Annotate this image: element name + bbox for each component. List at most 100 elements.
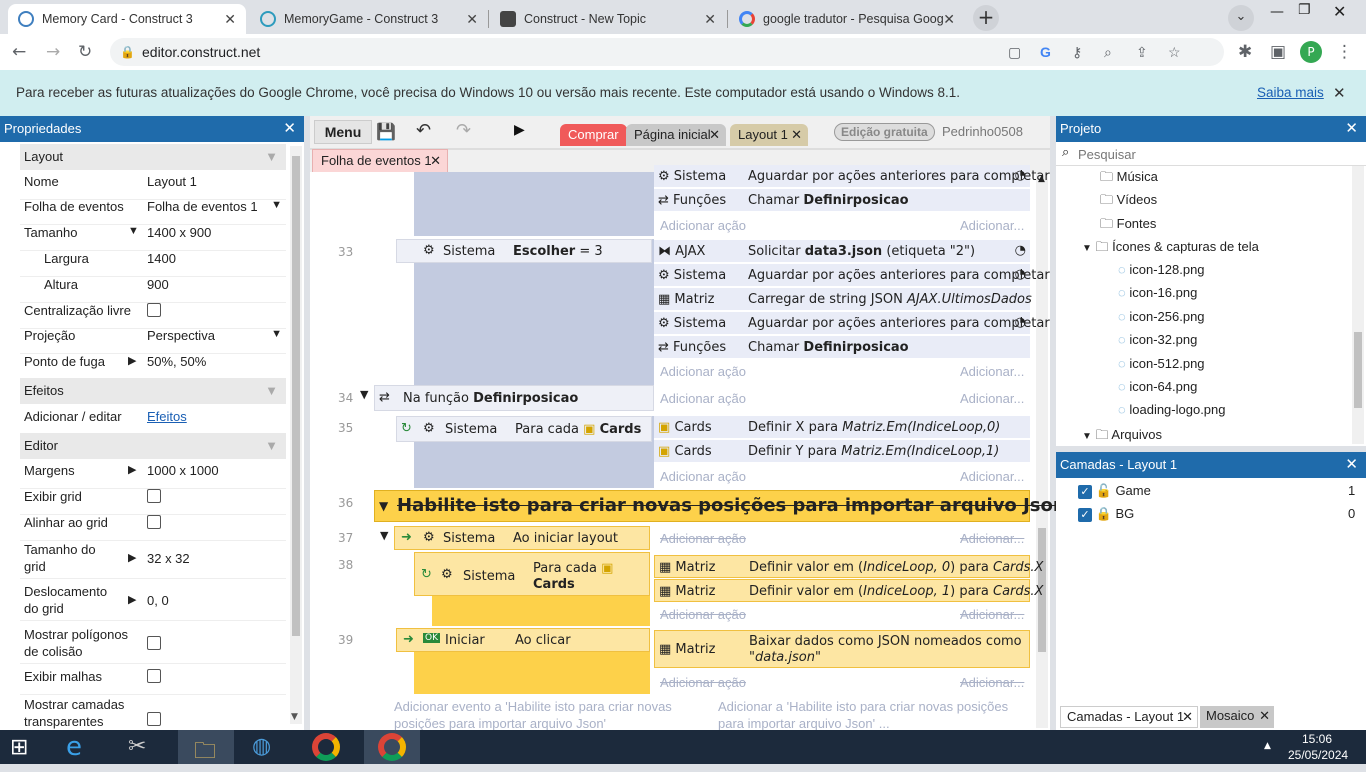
layer-bg[interactable]: ✓ 🔒 BG (1078, 506, 1134, 522)
undo-icon[interactable]: ↶ (416, 120, 431, 141)
properties-scrollbar[interactable]: ▼ (290, 146, 302, 724)
file-icon-32[interactable]: ◌ icon-32.png (1118, 332, 1197, 347)
reload-icon[interactable]: ↻ (78, 42, 92, 62)
action-aguardar[interactable]: ⚙ Sistema Aguardar por ações anteriores p… (654, 165, 1050, 188)
function-definirposicao[interactable]: ⇄ Na função Definirposicao (374, 385, 654, 411)
action-solicitar[interactable]: ⧓ AJAX Solicitar data3.json (etiqueta "2"… (654, 240, 1030, 263)
project-scrollbar[interactable] (1352, 166, 1364, 444)
layout-tab[interactable]: Layout 1 ✕ (730, 124, 808, 146)
alinhar-grid-checkbox[interactable] (147, 515, 161, 529)
address-bar[interactable]: 🔒 editor.construct.net ▢ G ⚷ ⌕ ⇪ ☆ (110, 38, 1224, 66)
close-panel-icon[interactable]: ✕ (1345, 116, 1358, 142)
event-scrollbar[interactable]: ▲ (1036, 172, 1048, 728)
chrome-icon[interactable] (312, 733, 340, 761)
action-definir-valor-1[interactable]: ▦ Matriz Definir valor em (IndiceLoop, 1)… (654, 579, 1043, 602)
add-dots-37[interactable]: Adicionar... (960, 531, 1024, 546)
file-icon-128[interactable]: ◌ icon-128.png (1118, 262, 1205, 277)
restore-icon[interactable]: ❐ (1298, 2, 1311, 18)
action-aguardar-2[interactable]: ⚙ Sistema Aguardar por ações anteriores p… (654, 264, 1050, 287)
visible-checkbox[interactable]: ✓ (1078, 485, 1092, 499)
forward-icon[interactable]: → (46, 42, 60, 62)
key-icon[interactable]: ⚷ (1072, 38, 1082, 66)
prop-folha[interactable]: Folha de eventos Folha de eventos 1 ▼ (20, 199, 286, 225)
tab-memory-card[interactable]: Memory Card - Construct 3 ✕ (8, 4, 246, 34)
malhas-checkbox[interactable] (147, 669, 161, 683)
windows-start-icon[interactable]: ⊞ (10, 735, 28, 760)
add-action-38[interactable]: Adicionar ação (660, 607, 746, 622)
close-tab-icon[interactable]: ✕ (224, 11, 236, 28)
add-dots-33[interactable]: Adicionar... (960, 364, 1024, 379)
save-icon[interactable]: 💾 (376, 122, 396, 141)
side-panel-icon[interactable]: ▣ (1270, 42, 1286, 62)
preview-icon[interactable]: ▶ (514, 122, 525, 138)
project-search[interactable]: ⌕ Pesquisar (1056, 142, 1366, 166)
redo-icon[interactable]: ↷ (456, 120, 471, 141)
collapse-icon[interactable]: ▼ (380, 529, 388, 542)
condition-escolher[interactable]: ⚙ Sistema Escolher = 3 (396, 239, 652, 263)
add-action-39[interactable]: Adicionar ação (660, 675, 746, 690)
layer-game[interactable]: ✓ 🔓 Game (1078, 483, 1151, 499)
free-edition-badge[interactable]: Edição gratuita (834, 123, 935, 141)
section-efeitos[interactable]: Efeitos ▼ (20, 378, 286, 404)
menu-button[interactable]: Menu (314, 120, 372, 144)
section-editor[interactable]: Editor ▼ (20, 433, 286, 459)
close-tab-icon[interactable]: ✕ (704, 11, 716, 28)
tab-construct-topic[interactable]: Construct - New Topic ✕ (490, 4, 726, 34)
folder-fontes[interactable]: 🗀 Fontes (1100, 215, 1156, 237)
chrome-profile-icon[interactable] (364, 730, 420, 764)
condition-para-cada-2[interactable]: ↻ ⚙ Sistema Para cada ▣ Cards (414, 552, 650, 596)
extensions-icon[interactable]: ✱ (1238, 42, 1252, 62)
tab-google[interactable]: google tradutor - Pesquisa Goog ✕ (729, 4, 965, 34)
back-icon[interactable]: ← (12, 42, 26, 62)
folder-arquivos[interactable]: ▼ 🗀 Arquivos (1082, 426, 1162, 448)
condition-para-cada[interactable]: ↻ ⚙ Sistema Para cada ▣ Cards (396, 416, 652, 442)
ie-icon[interactable]: e (66, 732, 82, 762)
close-window-icon[interactable]: ✕ (1333, 2, 1346, 21)
section-layout[interactable]: Layout ▼ (20, 144, 286, 170)
file-icon-256[interactable]: ◌ icon-256.png (1118, 309, 1205, 324)
poligonos-checkbox[interactable] (147, 636, 161, 650)
file-icon-64[interactable]: ◌ icon-64.png (1118, 379, 1197, 394)
action-definir-valor-0[interactable]: ▦ Matriz Definir valor em (IndiceLoop, 0)… (654, 555, 1043, 578)
file-icon-512[interactable]: ◌ icon-512.png (1118, 356, 1205, 371)
action-chamar-2[interactable]: ⇄ Funções Chamar Definirposicao (654, 336, 1030, 359)
file-icon-16[interactable]: ◌ icon-16.png (1118, 285, 1197, 300)
add-action-33[interactable]: Adicionar ação (660, 364, 746, 379)
tab-memorygame[interactable]: MemoryGame - Construct 3 ✕ (250, 4, 488, 34)
close-panel-icon[interactable]: ✕ (283, 116, 296, 142)
condition-ao-clicar[interactable]: ➜ OK Iniciar Ao clicar (396, 628, 650, 652)
action-chamar[interactable]: ⇄ Funções Chamar Definirposicao (654, 189, 1030, 212)
add-action-32[interactable]: Adicionar ação (660, 218, 746, 233)
centralizacao-checkbox[interactable] (147, 303, 161, 317)
tool-icon[interactable]: ✂ (128, 734, 146, 759)
tab-search-button[interactable]: ⌄ (1228, 5, 1254, 31)
layers-tab[interactable]: Camadas - Layout 1 ✕ (1060, 706, 1198, 728)
add-dots-39[interactable]: Adicionar... (960, 675, 1024, 690)
learn-more-link[interactable]: Saiba mais (1257, 85, 1324, 100)
prop-projecao[interactable]: Projeção Perspectiva ▼ (20, 328, 286, 354)
close-panel-icon[interactable]: ✕ (1345, 452, 1358, 478)
add-event-to-group[interactable]: Adicionar evento a 'Habilite isto para c… (394, 698, 672, 732)
globe-icon[interactable]: ◍ (252, 734, 271, 759)
lock-icon[interactable]: 🔒 (1096, 506, 1112, 521)
add-dots-34[interactable]: Adicionar... (960, 391, 1024, 406)
add-dots-35[interactable]: Adicionar... (960, 469, 1024, 484)
unlock-icon[interactable]: 🔓 (1096, 483, 1112, 498)
minimize-icon[interactable]: — (1270, 4, 1284, 20)
prop-margens[interactable]: Margens ▶ 1000 x 1000 (20, 463, 286, 489)
action-definir-y[interactable]: ▣ Cards Definir Y para Matriz.Em(IndiceLo… (654, 440, 1030, 463)
zoom-icon[interactable]: ⌕ (1104, 38, 1112, 66)
folder-videos[interactable]: 🗀 Vídeos (1100, 191, 1157, 213)
add-dots-38[interactable]: Adicionar... (960, 607, 1024, 622)
add-dots-32[interactable]: Adicionar... (960, 218, 1024, 233)
add-to-group[interactable]: Adicionar a 'Habilite isto para criar no… (718, 698, 1008, 732)
add-action-37[interactable]: Adicionar ação (660, 531, 746, 546)
prop-tamanho-grid[interactable]: Tamanho do grid ▶ 32 x 32 (20, 541, 286, 579)
file-loading-logo[interactable]: ◌ loading-logo.png (1118, 402, 1226, 417)
tilemap-tab[interactable]: Mosaico ✕ (1200, 706, 1274, 728)
camadas-checkbox[interactable] (147, 712, 161, 726)
close-infobar-icon[interactable]: ✕ (1333, 84, 1346, 102)
action-definir-x[interactable]: ▣ Cards Definir X para Matriz.Em(IndiceLo… (654, 416, 1030, 439)
close-tab-icon[interactable]: ✕ (466, 11, 478, 28)
home-tab[interactable]: Página inicial ✕ (626, 124, 726, 146)
